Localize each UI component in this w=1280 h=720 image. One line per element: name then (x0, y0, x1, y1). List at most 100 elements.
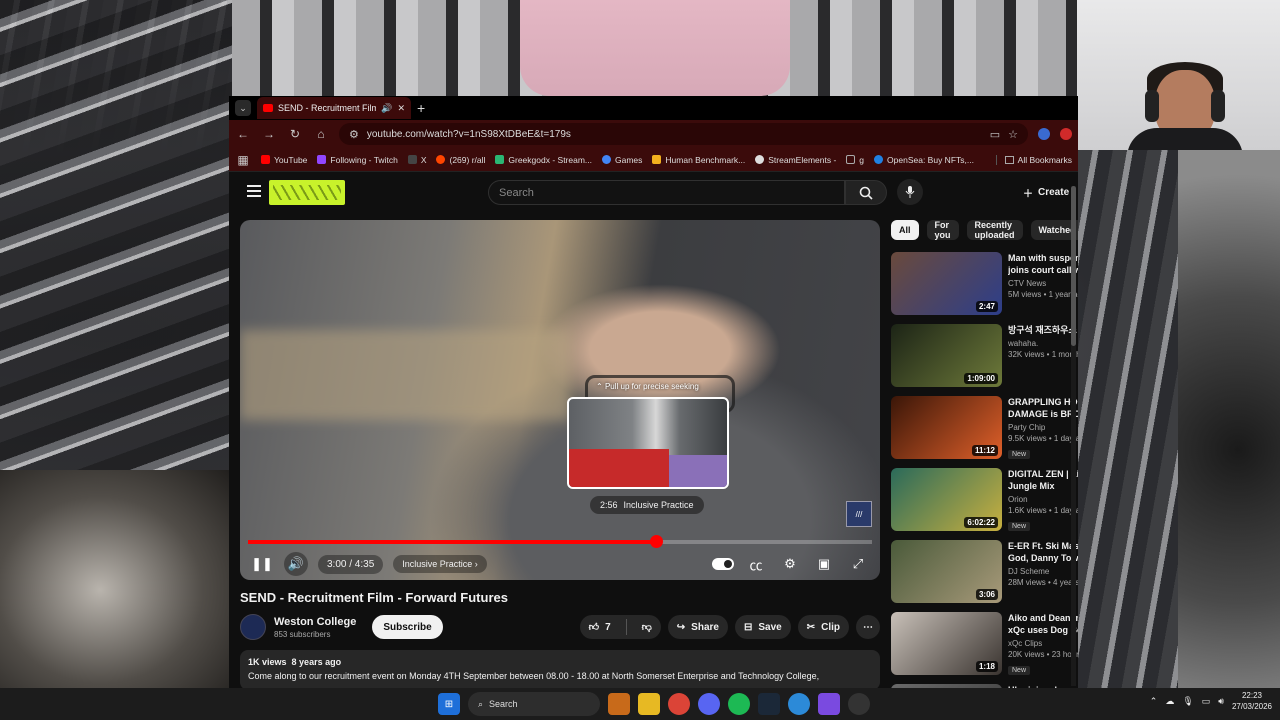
dislike-button[interactable]: 👎︎ (633, 615, 661, 639)
reload-icon[interactable]: ↻ (287, 127, 303, 141)
chrome-icon[interactable] (668, 693, 690, 715)
channel-name[interactable]: Party Chip (1008, 423, 1078, 432)
bookmark-star-icon[interactable]: ☆ (1008, 128, 1018, 141)
video-thumbnail[interactable]: 6:02:22 (891, 468, 1002, 531)
fullscreen-icon[interactable]: ⤢ (846, 552, 870, 576)
video-player[interactable]: ⌃ Pull up for precise seeking 2:56 Inclu… (240, 220, 880, 580)
discord-icon[interactable] (698, 693, 720, 715)
system-clock[interactable]: 22:23 27/03/2026 (1232, 690, 1272, 712)
bookmark-item[interactable]: X (407, 155, 426, 165)
new-tab-button[interactable]: + (417, 100, 425, 116)
steam-icon[interactable] (758, 693, 780, 715)
description-box[interactable]: 1K views 8 years ago Come along to our r… (240, 650, 880, 688)
video-title[interactable]: Man with suspended licence joins court c… (1008, 252, 1078, 276)
tab-search-icon[interactable]: ⌄ (235, 100, 251, 116)
recommended-video[interactable]: 3:06 E-ER Ft. Ski Mask The Slump God, Dan… (891, 540, 1078, 608)
site-info-icon[interactable]: ⚙ (349, 128, 359, 141)
pause-button[interactable]: ❚❚ (250, 552, 274, 576)
channel-name[interactable]: CTV News (1008, 279, 1078, 288)
video-thumbnail[interactable]: 1:09:00 (891, 324, 1002, 387)
bookmark-item[interactable]: Greekgodx - Stream... (495, 155, 592, 165)
video-title[interactable]: GRAPPLING HOOK + 60 TRUE DAMAGE is BROKE… (1008, 396, 1078, 420)
recommended-video[interactable]: 2:47 Man with suspended licence joins cou… (891, 252, 1078, 320)
channel-name[interactable]: Weston College (274, 616, 356, 628)
autoplay-toggle[interactable] (712, 558, 734, 570)
mic-tray-icon[interactable]: 🎙︎ (1182, 696, 1193, 707)
widgets-icon[interactable] (608, 693, 630, 715)
video-thumbnail[interactable]: 11:12 (891, 396, 1002, 459)
settings-gear-icon[interactable]: ⚙ (778, 552, 802, 576)
progress-scrubber[interactable] (650, 535, 664, 548)
recommended-video[interactable]: 1:09:00 방구석 재즈하우스 wahaha. 32K views • 1 mon… (891, 324, 1078, 392)
channel-avatar[interactable] (240, 614, 266, 640)
video-thumbnail[interactable]: 1:18 (891, 612, 1002, 675)
url-input[interactable]: ⚙ youtube.com/watch?v=1nS98XtDBeE&t=179s… (339, 123, 1028, 145)
scrollbar[interactable] (1071, 186, 1076, 686)
windows-start-icon[interactable]: ⊞ (438, 693, 460, 715)
onedrive-icon[interactable]: ☁ (1165, 696, 1174, 707)
channel-name[interactable]: DJ Scheme (1008, 567, 1078, 576)
tray-overflow-icon[interactable]: ⌃ (1150, 696, 1158, 707)
network-icon[interactable]: ▭ (1202, 696, 1211, 707)
back-icon[interactable]: ← (235, 127, 251, 141)
video-title[interactable]: E-ER Ft. Ski Mask The Slump God, Danny T… (1008, 540, 1078, 564)
progress-bar[interactable] (248, 535, 872, 548)
share-button[interactable]: ↪ Share (667, 615, 728, 639)
save-button[interactable]: ⊟ Save (734, 615, 791, 639)
extension-icon[interactable] (1038, 128, 1050, 140)
app-grid-icon[interactable] (818, 693, 840, 715)
menu-icon[interactable] (247, 185, 261, 197)
spotify-icon[interactable] (728, 693, 750, 715)
bookmark-item[interactable]: Games (602, 155, 642, 165)
volume-tray-icon[interactable]: 🔊︎ (1218, 696, 1224, 707)
extension-red-icon[interactable] (1060, 128, 1072, 140)
bookmark-item[interactable]: Following - Twitch (317, 155, 398, 165)
volume-button[interactable]: 🔊 (284, 552, 308, 576)
channel-name[interactable]: wahaha. (1008, 339, 1078, 348)
video-thumbnail[interactable]: 3:06 (891, 540, 1002, 603)
voice-search-button[interactable] (897, 179, 923, 205)
forward-icon[interactable]: → (261, 127, 277, 141)
bookmark-item[interactable]: OpenSea: Buy NFTs,... (874, 155, 974, 165)
like-button[interactable]: 👍︎ 7 (580, 615, 620, 639)
file-explorer-icon[interactable] (638, 693, 660, 715)
clip-button[interactable]: ✂ Clip (797, 615, 849, 639)
bookmark-item[interactable]: (269) r/all (436, 155, 485, 165)
scrollbar-thumb[interactable] (1071, 186, 1076, 346)
channel-watermark[interactable]: /// (846, 501, 872, 527)
chapter-button[interactable]: Inclusive Practice › (393, 555, 487, 573)
subscribe-button[interactable]: Subscribe (372, 615, 443, 639)
bookmark-item[interactable]: StreamElements - (755, 155, 836, 165)
tab-youtube-video[interactable]: SEND - Recruitment Film - F 🔊 ✕ (257, 97, 411, 119)
create-button[interactable]: ＋ Create (1015, 180, 1077, 205)
search-button[interactable] (845, 180, 887, 205)
video-title[interactable]: DIGITAL ZEN | Liquid DnB / Jungle Mix (1008, 468, 1078, 492)
home-icon[interactable]: ⌂ (313, 127, 329, 141)
chip-for-you[interactable]: For you (926, 220, 959, 240)
channel-logo[interactable] (269, 180, 345, 205)
bookmark-item[interactable]: YouTube (261, 155, 307, 165)
video-thumbnail[interactable]: 2:47 (891, 252, 1002, 315)
chip-recently-uploaded[interactable]: Recently uploaded (966, 220, 1023, 240)
ccleaner-icon[interactable] (788, 693, 810, 715)
video-title[interactable]: 방구석 재즈하우스 (1008, 324, 1078, 336)
chip-all[interactable]: All (891, 220, 919, 240)
search-input[interactable]: Search (488, 180, 845, 205)
taskbar-search[interactable]: ⌕ Search (468, 692, 600, 716)
captions-icon[interactable]: ㏄ (744, 552, 768, 576)
bookmark-folder[interactable]: g (846, 155, 864, 165)
cast-icon[interactable]: ▭ (990, 128, 1000, 141)
obs-icon[interactable] (848, 693, 870, 715)
apps-grid-icon[interactable]: ▦ (235, 153, 251, 167)
channel-name[interactable]: xQc Clips (1008, 639, 1078, 648)
channel-name[interactable]: Orion (1008, 495, 1078, 504)
more-actions-button[interactable]: ⋯ (856, 615, 880, 639)
miniplayer-icon[interactable]: ▣ (812, 552, 836, 576)
all-bookmarks-button[interactable]: All Bookmarks (995, 154, 1072, 165)
speaker-icon[interactable]: 🔊 (381, 103, 392, 114)
close-tab-icon[interactable]: ✕ (397, 103, 405, 114)
bookmark-item[interactable]: Human Benchmark... (652, 155, 745, 165)
recommended-video[interactable]: 6:02:22 DIGITAL ZEN | Liquid DnB / Jungle… (891, 468, 1078, 536)
video-title[interactable]: Aiko and Dean in disbelief as xQc uses D… (1008, 612, 1078, 636)
recommended-video[interactable]: 11:12 GRAPPLING HOOK + 60 TRUE DAMAGE is … (891, 396, 1078, 464)
